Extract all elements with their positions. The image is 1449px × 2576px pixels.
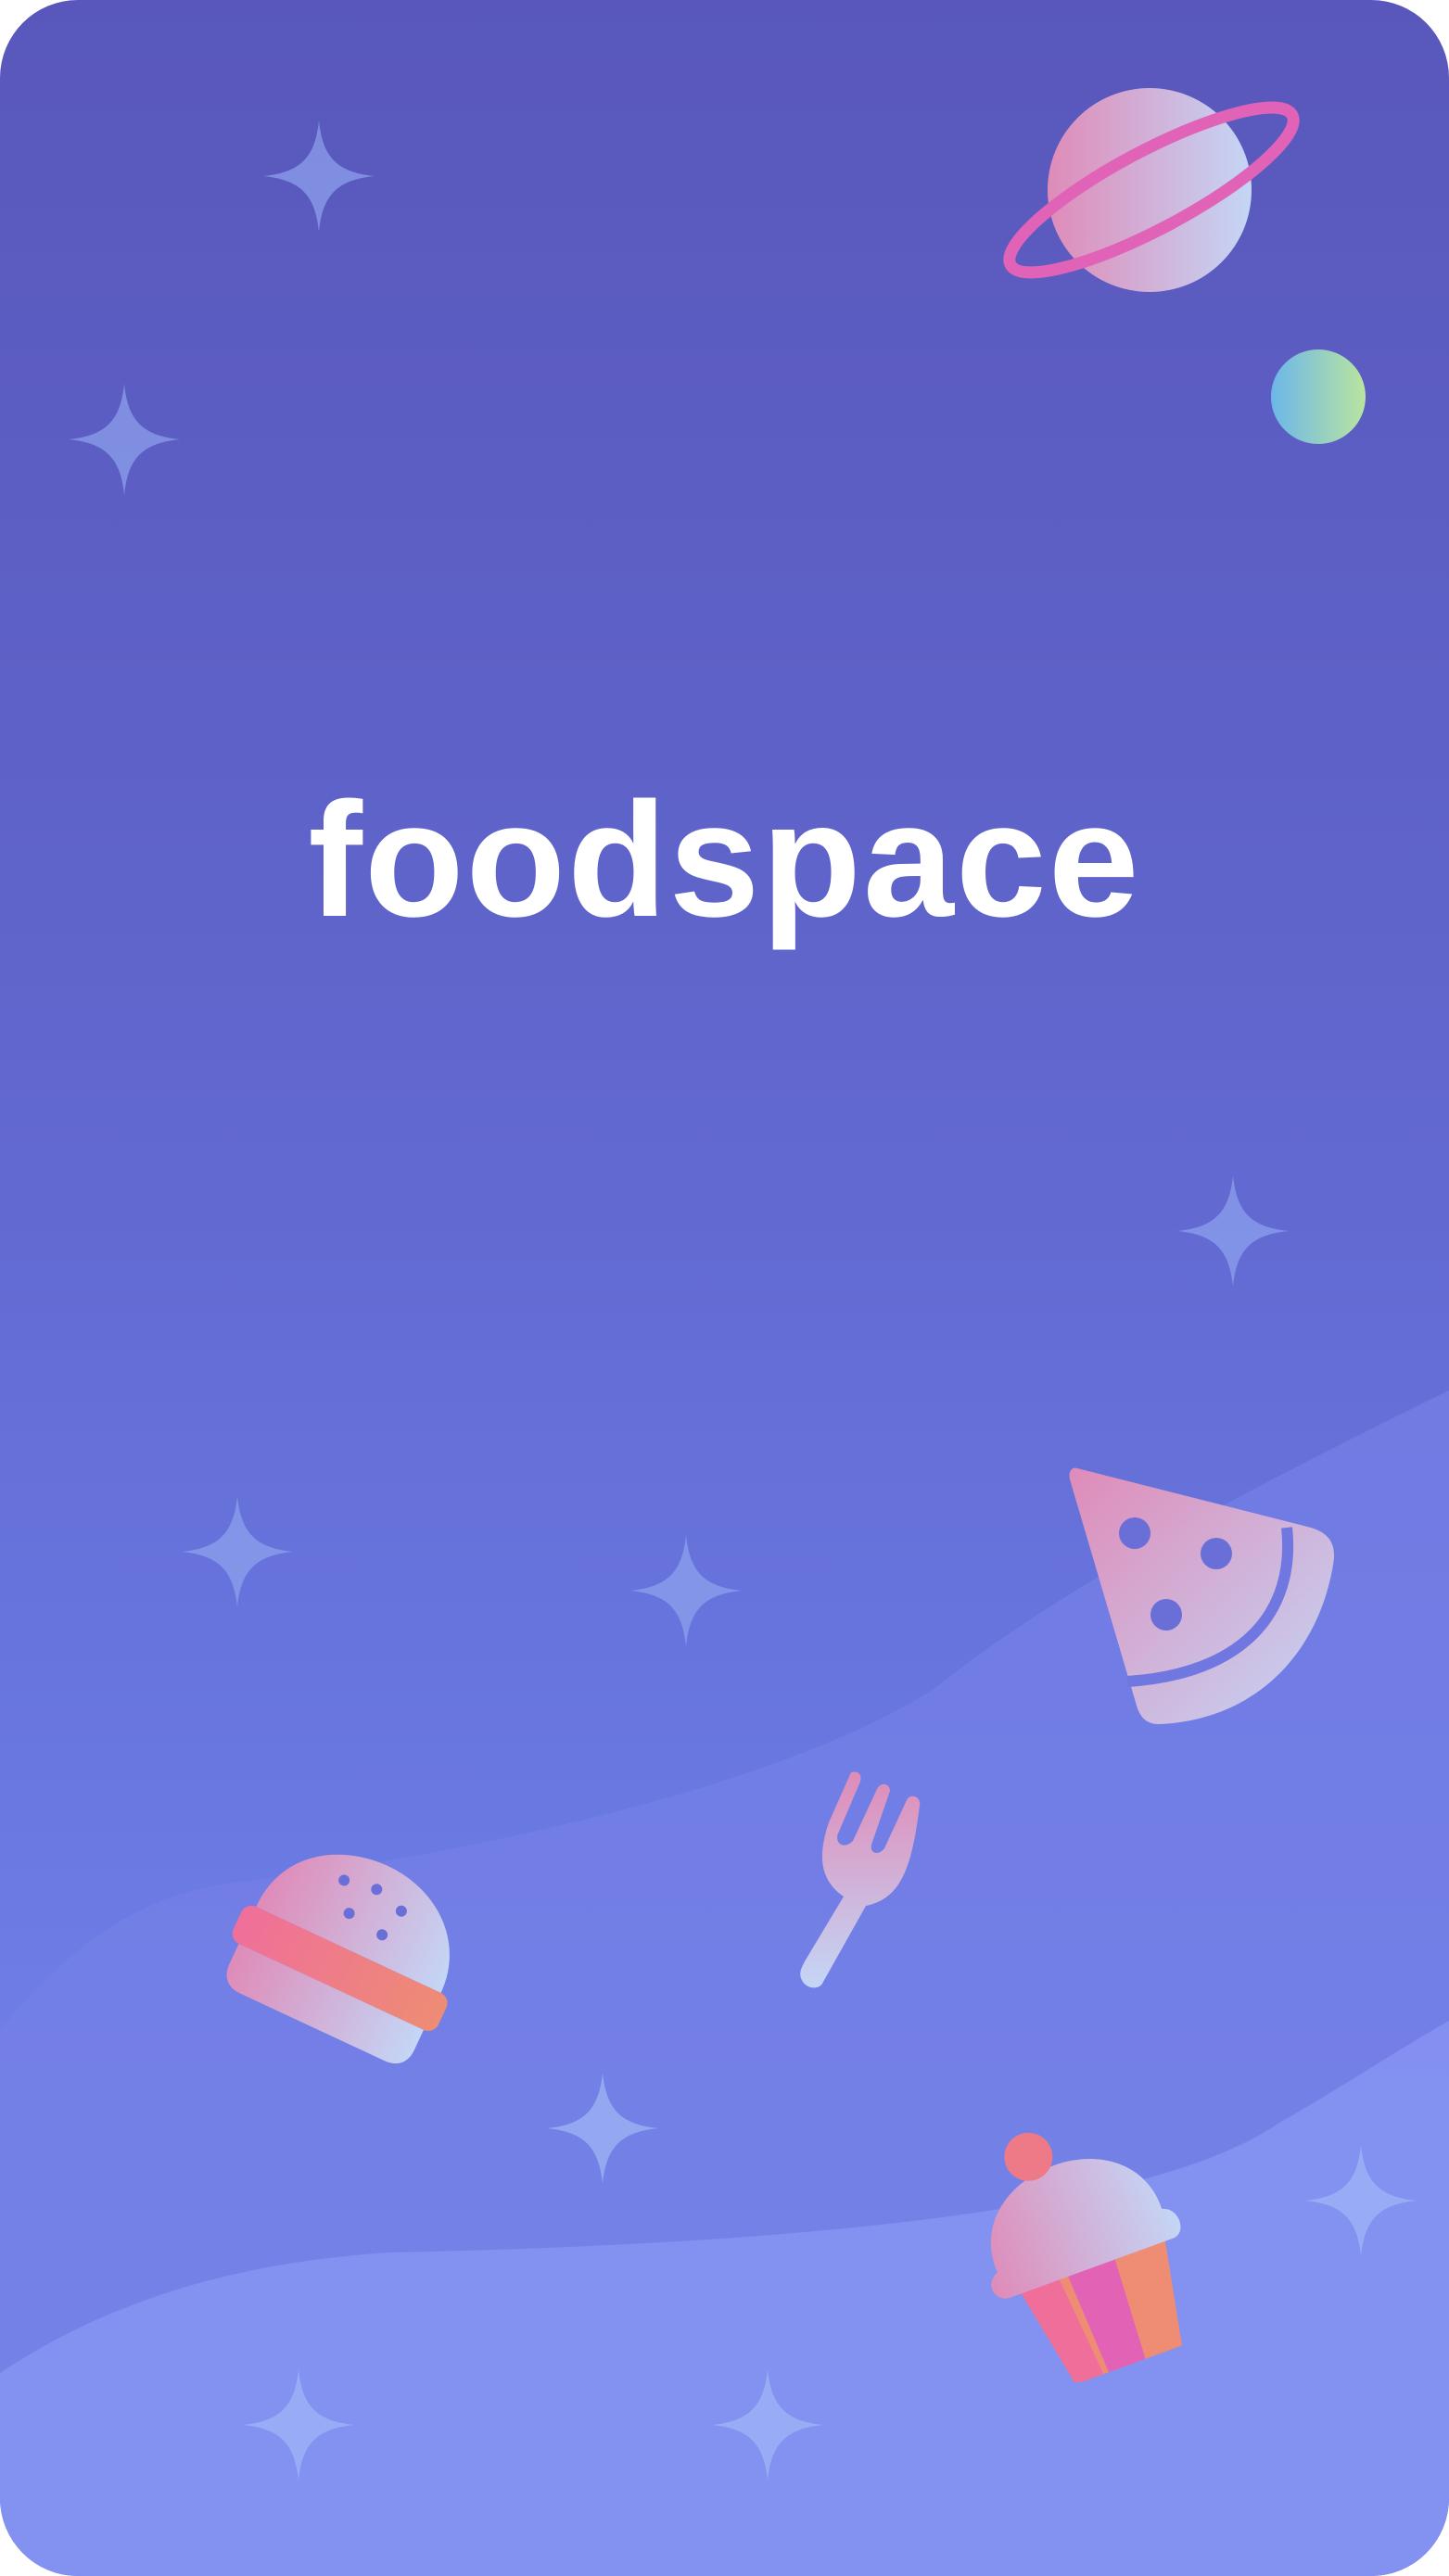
sparkle-star-icon [712,2369,823,2481]
ringed-planet-icon [1003,88,1300,292]
sparkle-star-icon [182,1496,293,1607]
cupcake-icon [990,2132,1182,2382]
sparkle-star-icon [263,121,375,232]
moon-icon [1271,349,1366,444]
background-waves [0,1390,1449,2576]
fork-icon [800,1771,921,1988]
sparkle-star-icon [1177,1175,1289,1287]
sparkle-star-icon [243,2369,354,2481]
burger-icon [226,1854,450,2063]
sparkle-star-icon [69,384,180,495]
sparkle-star-icon [630,1535,742,1646]
splash-screen: foodspace [0,0,1449,2576]
app-logo-wordmark: foodspace [308,769,1141,951]
pizza-slice-icon [1069,1467,1334,1724]
sparkle-star-icon [1305,2145,1417,2256]
sparkle-star-icon [547,2073,658,2184]
